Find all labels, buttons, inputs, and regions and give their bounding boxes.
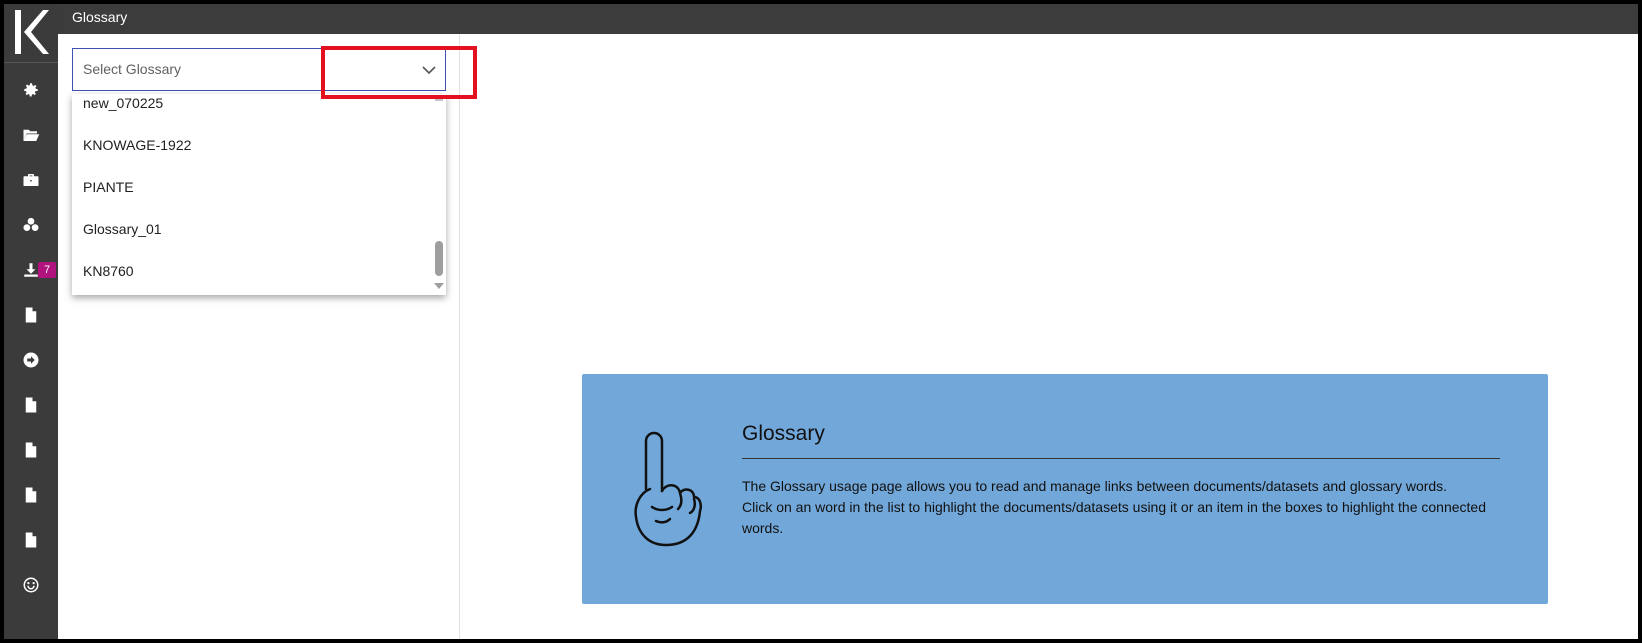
file-icon xyxy=(25,532,37,548)
glossary-select-placeholder: Select Glossary xyxy=(83,61,182,77)
smile-icon xyxy=(23,577,39,593)
file-icon xyxy=(25,397,37,413)
file-icon xyxy=(25,487,37,503)
info-title: Glossary xyxy=(742,422,825,445)
app-window: 7 Glossary Select Glossary new_070225 KN… xyxy=(4,4,1638,639)
sidebar-item-briefcase[interactable] xyxy=(15,164,47,196)
glossary-info-card: Glossary The Glossary usage page allows … xyxy=(582,374,1548,604)
file-icon xyxy=(25,307,37,323)
sidebar-item-cubes[interactable] xyxy=(15,209,47,241)
glossary-option[interactable]: KNOWAGE-1922 xyxy=(72,124,432,166)
top-bar: Glossary xyxy=(58,4,1638,34)
sidebar-item-document-1[interactable] xyxy=(15,299,47,331)
glossary-dropdown: new_070225 KNOWAGE-1922 PIANTE Glossary_… xyxy=(72,94,446,295)
dropdown-scrollbar[interactable] xyxy=(432,94,446,295)
glossary-option[interactable]: new_070225 xyxy=(72,94,432,124)
info-divider xyxy=(742,458,1500,459)
glossary-option[interactable]: PIANTE xyxy=(72,166,432,208)
info-text-line-2: Click on an word in the list to highligh… xyxy=(742,499,1486,536)
glossary-option[interactable]: KN8760 xyxy=(72,250,432,292)
scroll-up-arrow[interactable] xyxy=(435,97,443,101)
chevron-down-icon[interactable] xyxy=(421,62,437,78)
cubes-icon xyxy=(23,217,39,231)
sidebar-item-document-3[interactable] xyxy=(15,434,47,466)
file-icon xyxy=(25,442,37,458)
sidebar-item-document-4[interactable] xyxy=(15,479,47,511)
sidebar-item-user[interactable] xyxy=(15,569,47,601)
sidebar-item-settings[interactable] xyxy=(15,74,47,106)
downloads-badge: 7 xyxy=(38,262,56,278)
folder-open-icon xyxy=(23,129,40,141)
scroll-down-arrow[interactable] xyxy=(434,283,444,289)
sidebar-item-folder[interactable] xyxy=(15,119,47,151)
briefcase-icon xyxy=(23,174,39,186)
glossary-select[interactable]: Select Glossary xyxy=(72,48,446,91)
glossary-option[interactable]: Glossary_01 xyxy=(72,208,432,250)
info-text-line-1: The Glossary usage page allows you to re… xyxy=(742,478,1448,494)
page-title: Glossary xyxy=(72,9,128,25)
main-sidebar: 7 xyxy=(4,4,58,639)
scrollbar-thumb[interactable] xyxy=(435,241,443,276)
arrow-circle-right-icon xyxy=(23,352,39,368)
sidebar-item-document-2[interactable] xyxy=(15,389,47,421)
sidebar-divider xyxy=(4,62,58,63)
info-description: The Glossary usage page allows you to re… xyxy=(742,476,1512,539)
gear-icon xyxy=(24,83,38,97)
knowage-logo[interactable] xyxy=(12,8,50,56)
sidebar-item-document-5[interactable] xyxy=(15,524,47,556)
sidebar-item-navigate[interactable] xyxy=(15,344,47,376)
pointing-hand-icon xyxy=(634,431,702,547)
